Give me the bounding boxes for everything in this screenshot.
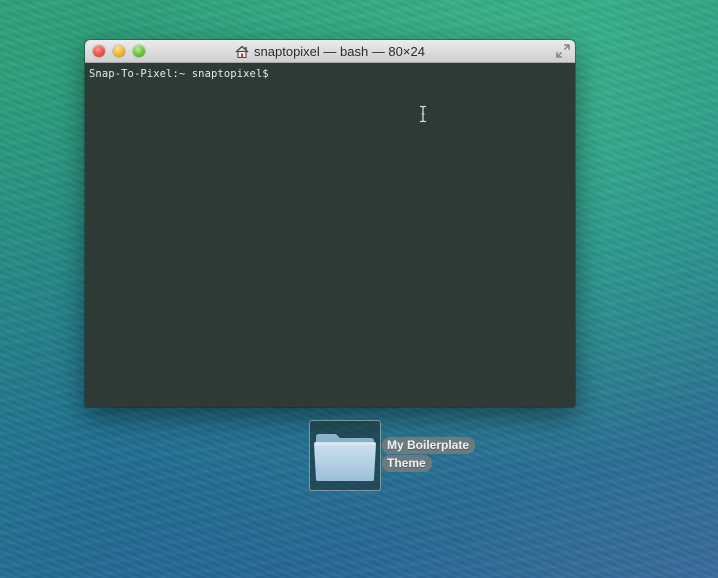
window-title: snaptopixel — bash — 80×24 <box>254 43 425 59</box>
title-bar[interactable]: snaptopixel — bash — 80×24 <box>85 40 575 63</box>
title-container: snaptopixel — bash — 80×24 <box>85 40 575 62</box>
fullscreen-arrows-icon[interactable] <box>556 44 570 58</box>
terminal-content[interactable]: Snap-To-Pixel:~ snaptopixel$ <box>85 63 575 407</box>
folder-label-line-2: Theme <box>382 455 432 472</box>
folder-icon <box>314 434 376 481</box>
terminal-window[interactable]: snaptopixel — bash — 80×24 Snap-To-Pixel… <box>85 40 575 407</box>
desktop-folder-item[interactable] <box>309 420 381 491</box>
folder-label-line-1: My Boilerplate <box>382 437 476 454</box>
folder-label[interactable]: My Boilerplate Theme <box>382 437 476 472</box>
home-icon <box>235 45 249 58</box>
ibeam-cursor-icon <box>420 105 426 123</box>
shell-prompt: Snap-To-Pixel:~ snaptopixel$ <box>89 68 269 80</box>
